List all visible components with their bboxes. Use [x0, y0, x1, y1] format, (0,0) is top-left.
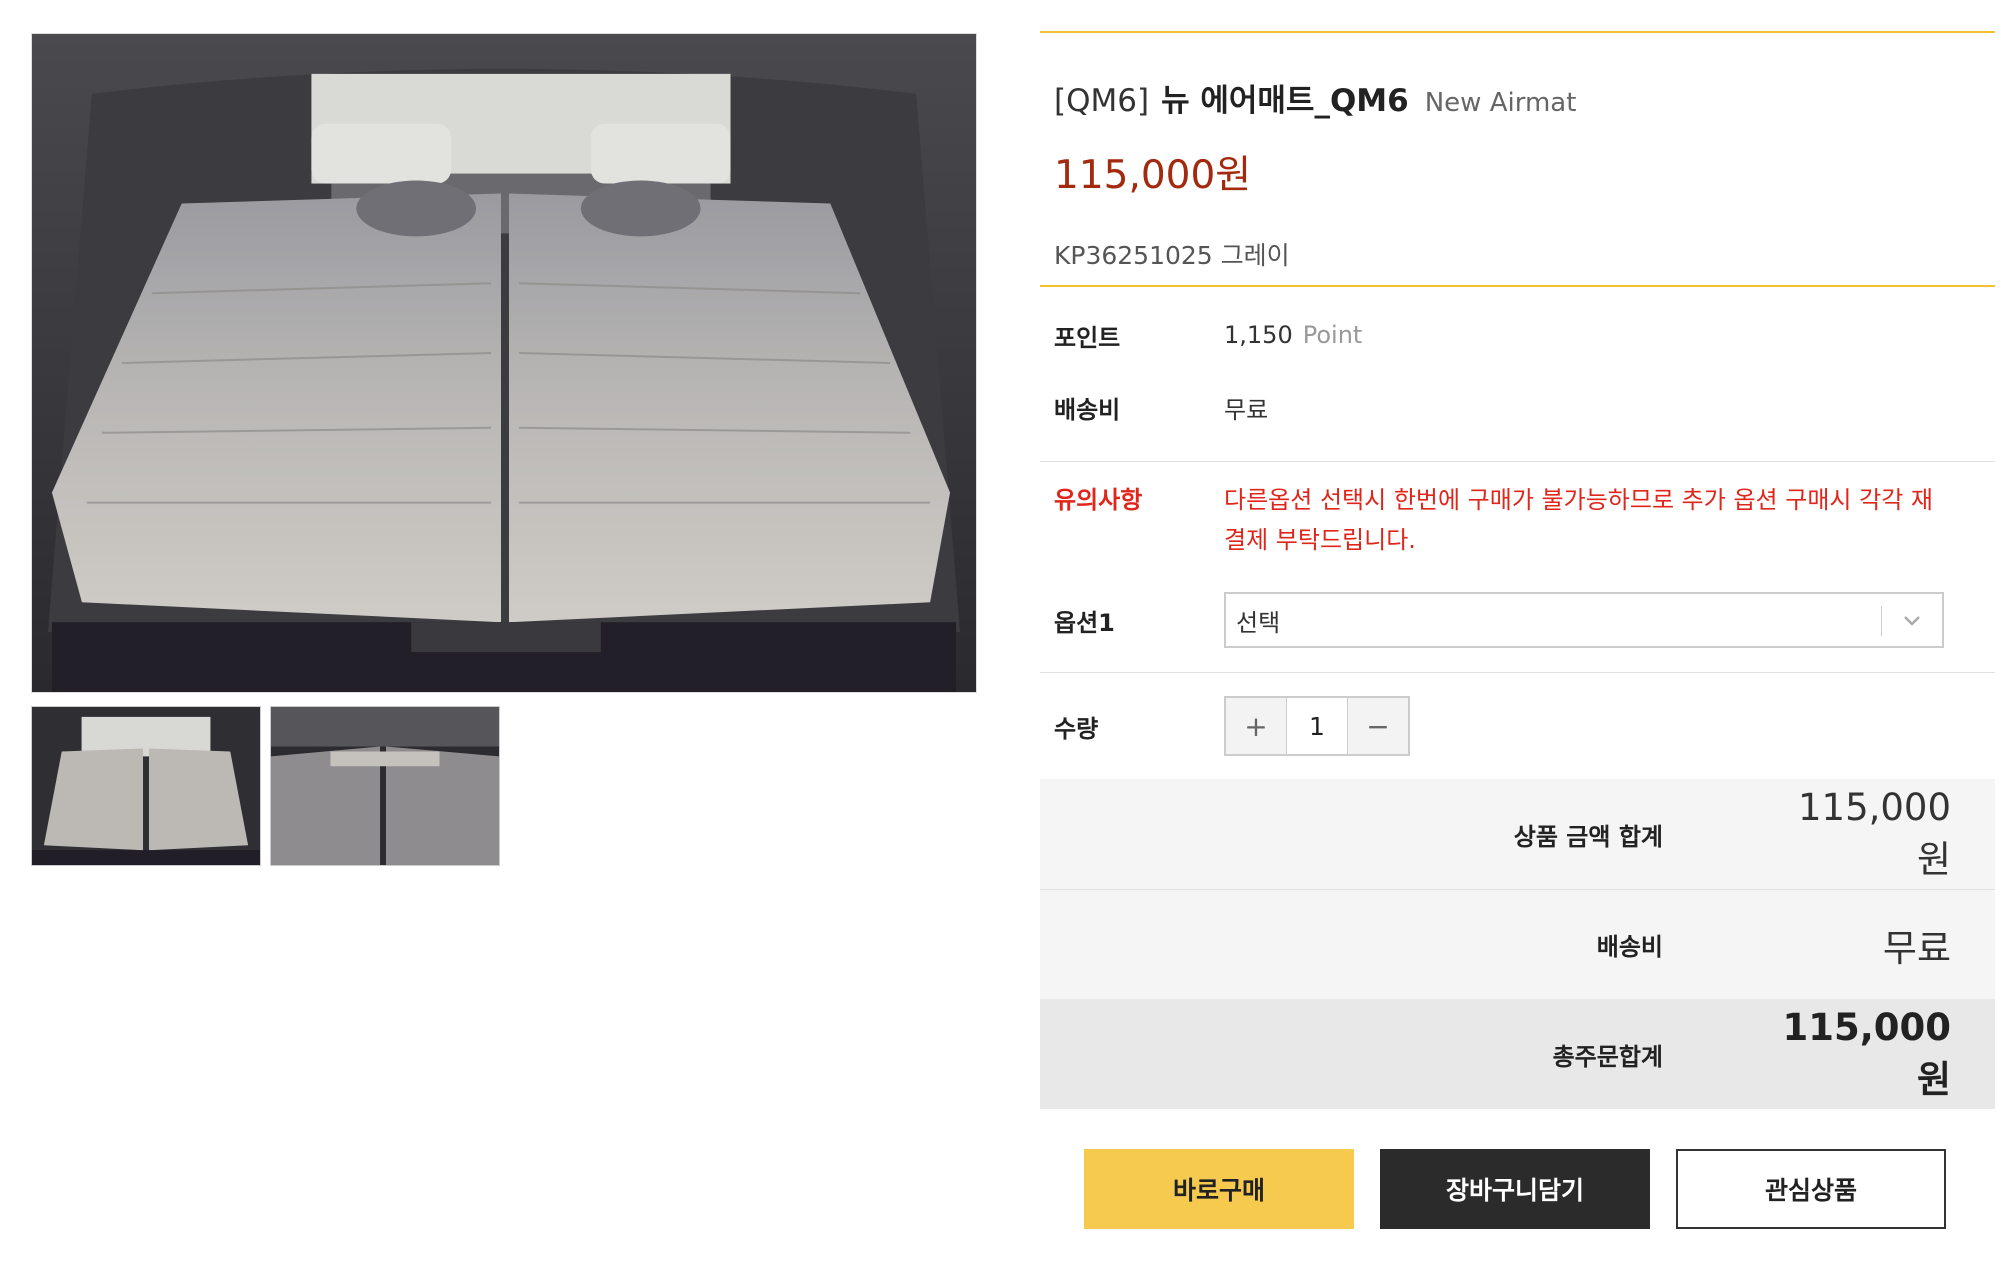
- point-unit: Point: [1302, 321, 1363, 349]
- quantity-label: 수량: [1054, 714, 1099, 743]
- header-divider: [1040, 285, 1995, 287]
- shipping-label: 배송비: [1054, 395, 1121, 424]
- product-code: KP36251025 그레이: [1054, 241, 1290, 270]
- thumbnail-2[interactable]: [270, 706, 500, 866]
- title-subtitle: New Airmat: [1424, 88, 1577, 118]
- option-select[interactable]: 선택: [1224, 592, 1944, 648]
- quantity-input[interactable]: 1: [1286, 698, 1348, 754]
- point-label: 포인트: [1054, 323, 1121, 352]
- subtotal-value: 115,000원: [1797, 785, 1951, 881]
- quantity-plus-button[interactable]: +: [1226, 698, 1286, 754]
- thumbnail-2-image: [271, 707, 499, 865]
- product-price: 115,000원: [1054, 153, 1252, 198]
- total-shipping-label: 배송비: [1596, 933, 1663, 961]
- shipping-row: 배송비 무료: [1040, 373, 1995, 441]
- option-label: 옵션1: [1054, 608, 1115, 637]
- subtotal-label: 상품 금액 합계: [1513, 822, 1663, 851]
- point-value: 1,150 Point: [1224, 321, 1362, 349]
- title-prefix: [QM6]: [1054, 83, 1150, 119]
- notice-text: 다른옵션 선택시 한번에 구매가 불가능하므로 추가 옵션 구매시 각각 재결제…: [1224, 486, 1933, 554]
- product-detail-page: [QM6] 뉴 에어매트_QM6 New Airmat 115,000원 KP3…: [0, 0, 2008, 1280]
- total-shipping-row: 배송비 무료: [1040, 889, 1995, 999]
- buy-now-button[interactable]: 바로구매: [1084, 1149, 1354, 1229]
- subtotal-row: 상품 금액 합계 115,000원: [1040, 779, 1995, 889]
- thumbnail-1[interactable]: [31, 706, 261, 866]
- title-main: 뉴 에어매트_QM6: [1161, 83, 1409, 119]
- product-title: [QM6] 뉴 에어매트_QM6 New Airmat: [1054, 75, 1981, 120]
- total-shipping-value: 무료: [1882, 926, 1951, 970]
- point-row: 포인트 1,150 Point: [1040, 297, 1995, 373]
- quantity-row: 수량 + 1 −: [1040, 673, 1995, 779]
- shipping-value: 무료: [1224, 395, 1269, 424]
- thumbnail-1-image: [32, 707, 260, 865]
- wishlist-button[interactable]: 관심상품: [1676, 1149, 1946, 1229]
- notice-label: 유의사항: [1054, 486, 1143, 514]
- chevron-down-icon: [1904, 616, 1920, 626]
- option-row: 옵션1 선택: [1040, 582, 1995, 672]
- product-header: [QM6] 뉴 에어매트_QM6 New Airmat 115,000원 KP3…: [1040, 33, 1995, 285]
- grand-total-row: 총주문합계 115,000원: [1040, 999, 1995, 1109]
- quantity-stepper: + 1 −: [1224, 696, 1410, 756]
- product-info-panel: [QM6] 뉴 에어매트_QM6 New Airmat 115,000원 KP3…: [1040, 31, 1995, 1229]
- airmat-photo: [32, 34, 976, 692]
- add-to-cart-button[interactable]: 장바구니담기: [1380, 1149, 1650, 1229]
- option-selected-value: 선택: [1236, 608, 1281, 637]
- notice-row: 유의사항 다른옵션 선택시 한번에 구매가 불가능하므로 추가 옵션 구매시 각…: [1040, 462, 1995, 582]
- grand-total-value: 115,000원: [1782, 1005, 1951, 1101]
- select-separator: [1881, 606, 1882, 636]
- quantity-minus-button[interactable]: −: [1348, 698, 1408, 754]
- thumbnail-list: [31, 706, 500, 866]
- action-buttons: 바로구매 장바구니담기 관심상품: [1040, 1149, 1995, 1229]
- point-amount: 1,150: [1224, 321, 1293, 349]
- totals-section: 상품 금액 합계 115,000원 배송비 무료 총주문합계 115,000원: [1040, 779, 1995, 1109]
- grand-total-label: 총주문합계: [1552, 1042, 1663, 1071]
- main-product-image: [31, 33, 977, 693]
